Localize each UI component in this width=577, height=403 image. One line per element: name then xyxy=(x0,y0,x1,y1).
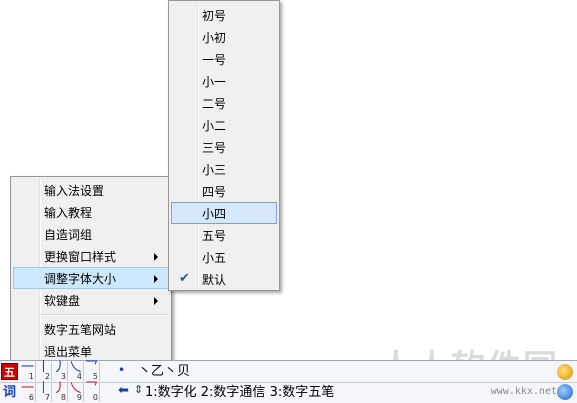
menu-item-label: 调整字体大小 xyxy=(44,272,117,286)
stroke-number: 0 xyxy=(92,393,98,402)
sun-icon[interactable] xyxy=(557,364,573,380)
font-size-item[interactable]: 小五 xyxy=(171,246,277,268)
menu-item-font-size[interactable]: 调整字体大小 xyxy=(13,267,169,289)
stroke-number: 5 xyxy=(92,372,98,381)
stroke-key[interactable]: 一6 xyxy=(20,381,36,402)
font-size-item-hovered[interactable]: 小四 xyxy=(171,202,277,224)
font-size-item-checked[interactable]: ✔ 默认 xyxy=(171,268,277,290)
stroke-key[interactable]: 乛5 xyxy=(84,360,100,381)
stroke-key[interactable]: 乀9 xyxy=(68,381,84,402)
menu-item-label: 软键盘 xyxy=(44,294,81,308)
stroke-key[interactable]: 丨7 xyxy=(36,381,52,402)
stroke-key[interactable]: 丿3 xyxy=(52,360,68,381)
submenu-arrow-icon xyxy=(154,297,158,305)
context-menu: 输入法设置 输入教程 自造词组 更换窗口样式 调整字体大小 软键盘 数字五笔网站… xyxy=(10,176,172,363)
menu-item-label: 更换窗口样式 xyxy=(44,250,117,264)
stroke-number: 2 xyxy=(44,372,50,381)
font-size-item[interactable]: 小初 xyxy=(171,26,277,48)
stroke-number: 7 xyxy=(44,393,50,402)
menu-item-label: 自造词组 xyxy=(44,228,93,242)
menu-item-label: 小四 xyxy=(202,207,227,221)
font-size-item[interactable]: 小二 xyxy=(171,114,277,136)
stroke-key[interactable]: 一1 xyxy=(20,360,36,381)
menu-item-label: 小初 xyxy=(202,31,227,45)
font-size-item[interactable]: 三号 xyxy=(171,136,277,158)
stroke-key[interactable]: 丿8 xyxy=(52,381,68,402)
word-mode-icon[interactable]: 词 xyxy=(1,384,18,401)
submenu-arrow-icon xyxy=(154,253,158,261)
menu-item-label: 默认 xyxy=(202,273,227,287)
menu-item-label: 小五 xyxy=(202,251,227,265)
menu-item-label: 初号 xyxy=(202,9,227,23)
font-size-item[interactable]: 小三 xyxy=(171,158,277,180)
ime-composition-row: 五 一1 丨2 丿3 乀4 乛5 • 丶乙丶贝 xyxy=(0,360,577,382)
watermark-url: www.kkx.net xyxy=(490,386,557,397)
submenu-arrow-icon xyxy=(154,275,158,283)
menu-separator xyxy=(41,314,168,316)
stroke-key[interactable]: 乀4 xyxy=(68,360,84,381)
menu-item-website[interactable]: 数字五笔网站 xyxy=(13,318,169,340)
menu-item-label: 输入教程 xyxy=(44,206,93,220)
ime-mode-icon[interactable]: 五 xyxy=(1,363,18,380)
font-size-item[interactable]: 二号 xyxy=(171,92,277,114)
page-updown-icon[interactable]: ⇕ xyxy=(134,383,143,396)
menu-item-label: 输入法设置 xyxy=(44,184,105,198)
menu-item-exit-menu[interactable]: 退出菜单 xyxy=(13,340,169,362)
stroke-key[interactable]: 丨2 xyxy=(36,360,52,381)
menu-item-window-style[interactable]: 更换窗口样式 xyxy=(13,245,169,267)
font-size-item[interactable]: 小一 xyxy=(171,70,277,92)
menu-item-label: 小一 xyxy=(202,75,227,89)
back-arrow-icon[interactable]: ⬅ xyxy=(118,383,129,398)
stroke-number: 6 xyxy=(28,393,34,402)
menu-item-label: 一号 xyxy=(202,53,227,67)
stroke-number: 4 xyxy=(76,372,82,381)
dot-icon[interactable]: • xyxy=(118,363,125,377)
menu-item-label: 四号 xyxy=(202,185,227,199)
font-size-submenu: 初号 小初 一号 小一 二号 小二 三号 小三 四号 小四 五号 小五 ✔ 默认 xyxy=(168,0,280,291)
composition-text: 丶乙丶贝 xyxy=(138,364,191,379)
menu-item-label: 小二 xyxy=(202,119,227,133)
menu-item-label: 数字五笔网站 xyxy=(44,323,117,337)
font-size-item[interactable]: 初号 xyxy=(171,4,277,26)
menu-item-custom-phrases[interactable]: 自造词组 xyxy=(13,223,169,245)
menu-item-label: 三号 xyxy=(202,141,227,155)
candidate-list[interactable]: 1:数字化 2:数字通信 3:数字五笔 xyxy=(145,384,334,401)
menu-item-tutorial[interactable]: 输入教程 xyxy=(13,201,169,223)
stroke-number: 8 xyxy=(60,393,66,402)
menu-item-ime-settings[interactable]: 输入法设置 xyxy=(13,179,169,201)
menu-item-label: 二号 xyxy=(202,97,227,111)
menu-item-label: 小三 xyxy=(202,163,227,177)
font-size-item[interactable]: 一号 xyxy=(171,48,277,70)
stroke-number: 9 xyxy=(76,393,82,402)
stroke-number: 1 xyxy=(28,372,34,381)
globe-icon[interactable] xyxy=(557,384,573,400)
menu-item-soft-keyboard[interactable]: 软键盘 xyxy=(13,289,169,311)
stroke-number: 3 xyxy=(60,372,66,381)
font-size-item[interactable]: 五号 xyxy=(171,224,277,246)
font-size-item[interactable]: 四号 xyxy=(171,180,277,202)
menu-item-label: 五号 xyxy=(202,229,227,243)
checkmark-icon: ✔ xyxy=(179,271,190,286)
stroke-key[interactable]: 乛0 xyxy=(84,381,100,402)
